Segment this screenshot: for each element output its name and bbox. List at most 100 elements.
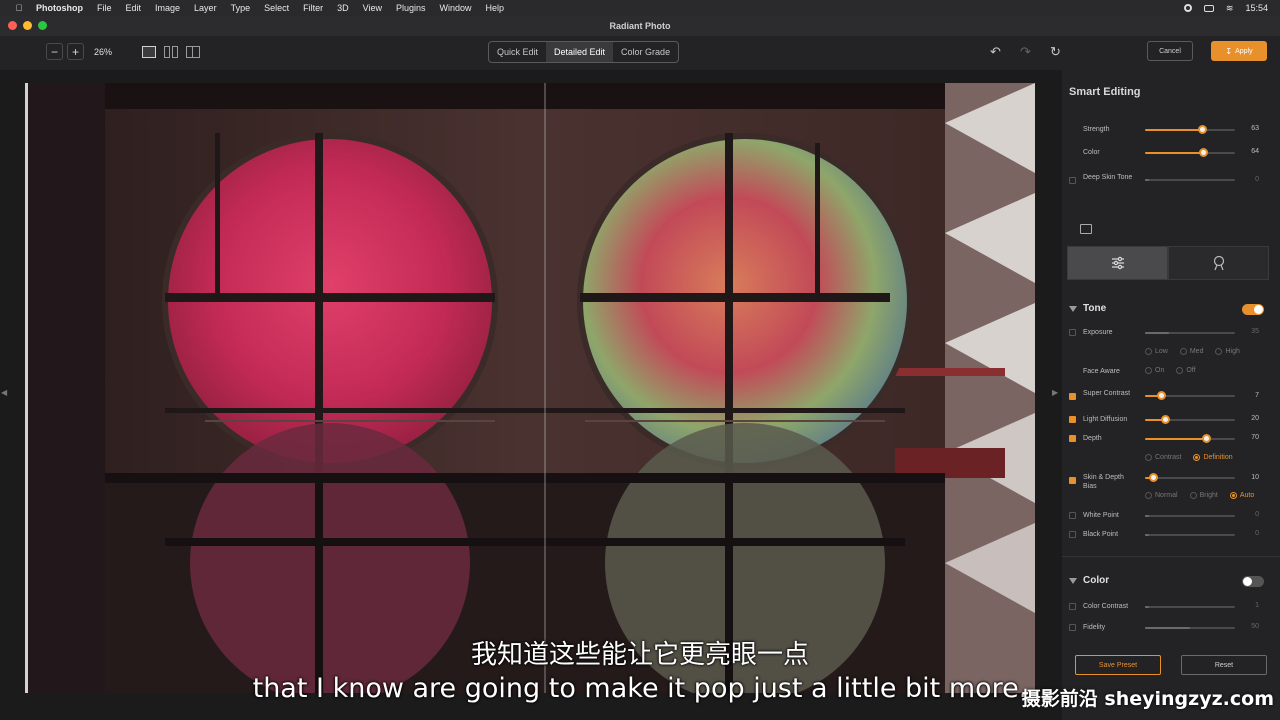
menu-select[interactable]: Select <box>264 3 289 13</box>
exposure-label: Exposure <box>1083 329 1113 336</box>
exposure-checkbox[interactable] <box>1069 329 1076 336</box>
depth-checkbox[interactable] <box>1069 435 1076 442</box>
depth-definition-radio[interactable]: Definition <box>1193 454 1233 461</box>
deep-skin-tone-checkbox[interactable] <box>1069 177 1076 184</box>
apply-button[interactable]: ↧ Apply <box>1211 41 1267 61</box>
color-contrast-label: Color Contrast <box>1083 603 1129 610</box>
super-contrast-value[interactable]: 7 <box>1255 392 1259 399</box>
side-by-side-view-icon[interactable] <box>164 46 178 58</box>
skin-depth-bias-slider[interactable] <box>1145 473 1235 482</box>
menu-file[interactable]: File <box>97 3 112 13</box>
white-point-slider[interactable] <box>1145 515 1235 517</box>
zoom-in-button[interactable]: + <box>67 43 84 60</box>
menu-type[interactable]: Type <box>231 3 251 13</box>
zoom-out-button[interactable]: − <box>46 43 63 60</box>
redo-icon[interactable]: ↷ <box>1020 44 1031 60</box>
wifi-icon[interactable]: ≋ <box>1226 3 1234 14</box>
panel-collapse-icon[interactable]: ▶ <box>1052 388 1058 397</box>
white-point-label: White Point <box>1083 512 1119 519</box>
black-point-value[interactable]: 0 <box>1255 530 1259 537</box>
exposure-row: Exposure 35 <box>1062 325 1280 341</box>
white-point-value[interactable]: 0 <box>1255 511 1259 518</box>
menu-plugins[interactable]: Plugins <box>396 3 426 13</box>
menu-3d[interactable]: 3D <box>337 3 349 13</box>
super-contrast-checkbox[interactable] <box>1069 393 1076 400</box>
tone-toggle[interactable] <box>1242 304 1264 315</box>
light-diffusion-checkbox[interactable] <box>1069 416 1076 423</box>
color-contrast-slider[interactable] <box>1145 606 1235 608</box>
menu-filter[interactable]: Filter <box>303 3 323 13</box>
super-contrast-slider[interactable] <box>1145 391 1235 400</box>
menu-edit[interactable]: Edit <box>126 3 142 13</box>
fidelity-value[interactable]: 50 <box>1251 623 1259 630</box>
face-aware-off-radio[interactable]: Off <box>1176 367 1196 374</box>
menu-app[interactable]: Photoshop <box>36 3 83 13</box>
deep-skin-tone-row: Deep Skin Tone 0 <box>1062 170 1280 192</box>
color-contrast-value[interactable]: 1 <box>1255 602 1259 609</box>
detailed-edit-tab[interactable]: Detailed Edit <box>546 42 614 62</box>
color-value[interactable]: 64 <box>1251 148 1259 155</box>
bias-bright-radio[interactable]: Bright <box>1189 492 1218 499</box>
light-diffusion-slider[interactable] <box>1145 415 1235 424</box>
minimize-window-button[interactable] <box>23 21 32 30</box>
clock[interactable]: 15:54 <box>1245 3 1268 13</box>
zoom-window-button[interactable] <box>38 21 47 30</box>
super-contrast-label: Super Contrast <box>1083 390 1131 397</box>
zoom-level[interactable]: 26% <box>94 47 112 57</box>
adjustments-panel: Smart Editing Strength 63 Color 64 Deep … <box>1062 70 1280 720</box>
menu-image[interactable]: Image <box>155 3 180 13</box>
strength-slider[interactable] <box>1145 125 1235 134</box>
color-section-header[interactable]: Color <box>1069 575 1109 586</box>
strength-value[interactable]: 63 <box>1251 125 1259 132</box>
adjustments-tab[interactable] <box>1067 246 1168 280</box>
reset-view-icon[interactable]: ↻ <box>1050 44 1061 60</box>
left-collapse-icon[interactable]: ◀ <box>1 388 7 397</box>
menu-window[interactable]: Window <box>440 3 472 13</box>
fidelity-checkbox[interactable] <box>1069 624 1076 631</box>
portrait-tab[interactable] <box>1168 246 1269 280</box>
exposure-slider[interactable] <box>1145 332 1235 334</box>
photo-preview[interactable] <box>25 83 1035 693</box>
bias-normal-radio[interactable]: Normal <box>1145 492 1178 499</box>
tone-section-header[interactable]: Tone <box>1069 303 1106 314</box>
deep-skin-tone-value[interactable]: 0 <box>1255 176 1259 183</box>
depth-value[interactable]: 70 <box>1251 434 1259 441</box>
color-contrast-checkbox[interactable] <box>1069 603 1076 610</box>
chevron-down-icon <box>1069 577 1077 584</box>
skin-depth-bias-value[interactable]: 10 <box>1251 474 1259 481</box>
menu-view[interactable]: View <box>363 3 382 13</box>
menu-layer[interactable]: Layer <box>194 3 217 13</box>
image-canvas[interactable]: ◀ ▶ <box>0 70 1062 720</box>
depth-label: Depth <box>1083 435 1102 442</box>
depth-slider[interactable] <box>1145 434 1235 443</box>
black-point-slider[interactable] <box>1145 534 1235 536</box>
undo-icon[interactable]: ↶ <box>990 44 1001 60</box>
color-grade-tab[interactable]: Color Grade <box>613 42 678 62</box>
exposure-med-radio[interactable]: Med <box>1179 348 1203 355</box>
exposure-value[interactable]: 35 <box>1251 328 1259 335</box>
color-toggle[interactable] <box>1242 576 1264 587</box>
depth-contrast-radio[interactable]: Contrast <box>1145 454 1181 461</box>
deep-skin-tone-slider[interactable] <box>1145 179 1235 181</box>
record-icon[interactable] <box>1183 4 1192 12</box>
exposure-high-radio[interactable]: High <box>1215 348 1240 355</box>
color-slider[interactable] <box>1145 148 1235 157</box>
apple-icon[interactable]:  <box>12 3 26 13</box>
control-center-icon[interactable] <box>1203 4 1214 12</box>
close-window-button[interactable] <box>8 21 17 30</box>
white-point-checkbox[interactable] <box>1069 512 1076 519</box>
face-aware-on-radio[interactable]: On <box>1145 367 1164 374</box>
cancel-button[interactable]: Cancel <box>1147 41 1193 61</box>
photo-illustration <box>25 83 1035 693</box>
black-point-checkbox[interactable] <box>1069 531 1076 538</box>
bias-auto-radio[interactable]: Auto <box>1229 492 1254 499</box>
light-diffusion-value[interactable]: 20 <box>1251 415 1259 422</box>
fidelity-slider[interactable] <box>1145 627 1235 629</box>
split-view-icon[interactable] <box>186 46 200 58</box>
skin-depth-bias-checkbox[interactable] <box>1069 477 1076 484</box>
menu-help[interactable]: Help <box>486 3 505 13</box>
image-icon[interactable] <box>1080 224 1092 234</box>
single-view-icon[interactable] <box>142 46 156 58</box>
quick-edit-tab[interactable]: Quick Edit <box>489 42 546 62</box>
exposure-low-radio[interactable]: Low <box>1145 348 1168 355</box>
